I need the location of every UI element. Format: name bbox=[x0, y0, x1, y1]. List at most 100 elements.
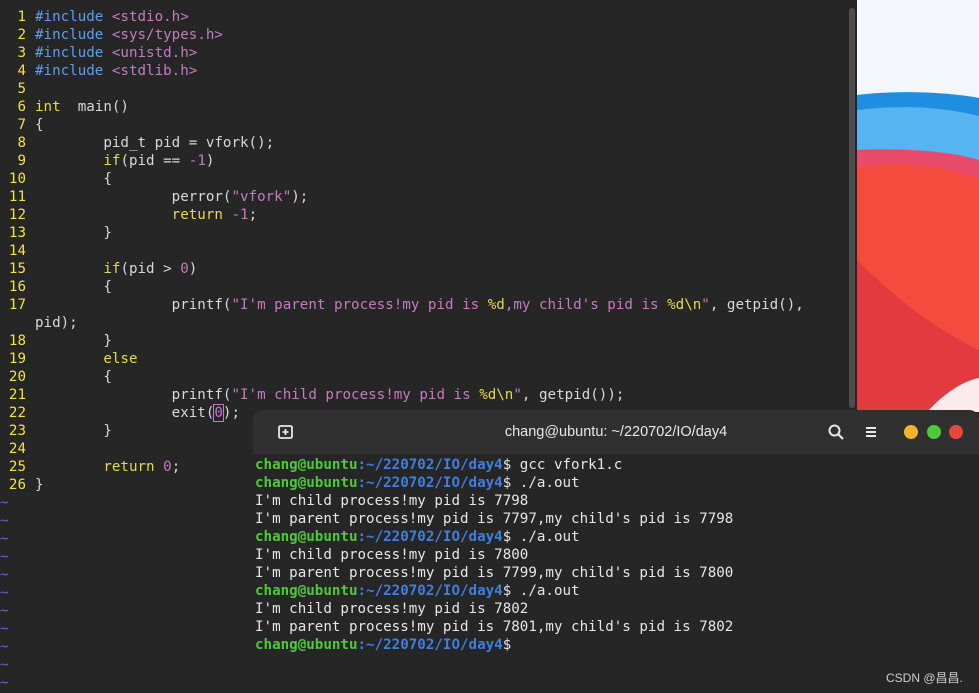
code-token: pid); bbox=[35, 315, 78, 331]
code-line: 18 } bbox=[0, 332, 112, 350]
code-line: 14 bbox=[0, 242, 35, 260]
code-token: ; bbox=[171, 459, 181, 475]
code-token: ,my child's pid is bbox=[504, 297, 668, 313]
code-token: <unistd.h> bbox=[111, 45, 198, 61]
code-line: 23 } bbox=[0, 422, 112, 440]
output-line: I'm child process!my pid is 7798 bbox=[255, 493, 529, 509]
code-token: } bbox=[35, 225, 112, 241]
code-line: 8 pid_t pid = vfork(); bbox=[0, 134, 274, 152]
code-token: "vfork" bbox=[231, 189, 292, 205]
command-text: ./a.out bbox=[511, 475, 580, 491]
search-icon[interactable] bbox=[827, 423, 845, 441]
prompt-path: :~/220702/IO/day4 bbox=[357, 583, 503, 599]
code-token: ) bbox=[188, 261, 198, 277]
code-token: perror( bbox=[35, 189, 232, 205]
close-button[interactable] bbox=[949, 425, 963, 439]
prompt-user: chang@ubuntu bbox=[255, 637, 358, 653]
empty-line-marker: ~ bbox=[0, 567, 9, 583]
code-token: { bbox=[35, 117, 44, 133]
code-token: "I'm child process!my pid is bbox=[231, 387, 480, 403]
terminal-titlebar[interactable]: chang@ubuntu: ~/220702/IO/day4 bbox=[253, 410, 979, 454]
empty-line-marker: ~ bbox=[0, 495, 9, 511]
code-token: } bbox=[35, 423, 112, 439]
line-number: 2 bbox=[17, 27, 26, 43]
code-token: 0 bbox=[163, 459, 172, 475]
code-token: <stdio.h> bbox=[111, 9, 189, 25]
terminal-window[interactable]: chang@ubuntu: ~/220702/IO/day4 chang@ubu… bbox=[253, 410, 979, 693]
text-cursor: 0 bbox=[213, 404, 224, 422]
line-number: 10 bbox=[8, 171, 26, 187]
prompt-symbol: $ bbox=[502, 457, 512, 473]
code-token: ); bbox=[222, 405, 241, 421]
code-token: if bbox=[103, 261, 121, 277]
code-line: 11 perror("vfork"); bbox=[0, 188, 308, 206]
prompt-user: chang@ubuntu bbox=[255, 529, 358, 545]
prompt-user: chang@ubuntu bbox=[255, 457, 358, 473]
maximize-button[interactable] bbox=[927, 425, 941, 439]
line-number: 18 bbox=[8, 333, 26, 349]
output-line: I'm parent process!my pid is 7797,my chi… bbox=[255, 511, 734, 527]
code-line: 4 #include <stdlib.h> bbox=[0, 62, 197, 80]
code-line: 13 } bbox=[0, 224, 112, 242]
line-number: 6 bbox=[17, 99, 26, 115]
prompt-symbol: $ bbox=[502, 583, 512, 599]
empty-line-marker: ~ bbox=[0, 531, 9, 547]
code-token: return bbox=[171, 207, 223, 223]
prompt-user: chang@ubuntu bbox=[255, 475, 358, 491]
line-number: 4 bbox=[17, 63, 26, 79]
command-text: gcc vfork1.c bbox=[511, 457, 623, 473]
code-token: " bbox=[701, 297, 710, 313]
code-token: , getpid()); bbox=[521, 387, 625, 403]
code-line: 1 #include <stdio.h> bbox=[0, 8, 189, 26]
terminal-output[interactable]: chang@ubuntu:~/220702/IO/day4$ gcc vfork… bbox=[253, 454, 979, 693]
code-token: #include bbox=[35, 27, 112, 43]
prompt-symbol: $ bbox=[502, 529, 512, 545]
code-line: 15 if(pid > 0) bbox=[0, 260, 197, 278]
prompt-path: :~/220702/IO/day4 bbox=[357, 529, 503, 545]
code-token: else bbox=[103, 351, 138, 367]
hamburger-menu-icon[interactable] bbox=[862, 423, 880, 441]
code-token: exit( bbox=[35, 405, 215, 421]
line-number: 21 bbox=[8, 387, 26, 403]
code-line: 9 if(pid == -1) bbox=[0, 152, 214, 170]
code-token: #include bbox=[35, 63, 112, 79]
prompt-line: chang@ubuntu:~/220702/IO/day4$ ./a.out bbox=[255, 474, 580, 492]
code-token: ); bbox=[291, 189, 309, 205]
empty-line-marker: ~ bbox=[0, 603, 9, 619]
code-token: if bbox=[103, 153, 121, 169]
code-token: #include bbox=[35, 45, 112, 61]
empty-line-marker: ~ bbox=[0, 585, 9, 601]
line-number: 13 bbox=[8, 225, 26, 241]
code-token: { bbox=[35, 369, 112, 385]
code-line: 2 #include <sys/types.h> bbox=[0, 26, 222, 44]
empty-line-marker: ~ bbox=[0, 657, 9, 673]
code-token: "I'm parent process!my pid is bbox=[231, 297, 488, 313]
empty-line-marker: ~ bbox=[0, 513, 9, 529]
code-token: <stdlib.h> bbox=[111, 63, 198, 79]
line-number: 9 bbox=[17, 153, 26, 169]
code-line: pid); bbox=[0, 314, 78, 332]
code-line: 19 else bbox=[0, 350, 138, 368]
line-number: 22 bbox=[8, 405, 26, 421]
code-token: } bbox=[35, 333, 112, 349]
code-token: int bbox=[35, 99, 61, 115]
code-token: printf( bbox=[35, 297, 232, 313]
editor-scrollbar[interactable] bbox=[849, 8, 855, 408]
prompt-line: chang@ubuntu:~/220702/IO/day4$ bbox=[255, 636, 511, 654]
output-line: I'm parent process!my pid is 7801,my chi… bbox=[255, 619, 734, 635]
code-line: 24 bbox=[0, 440, 35, 458]
code-line: 17 printf("I'm parent process!my pid is … bbox=[0, 296, 804, 314]
code-token: -1 bbox=[231, 207, 249, 223]
code-token: { bbox=[35, 279, 112, 295]
minimize-button[interactable] bbox=[904, 425, 918, 439]
watermark: CSDN @昌昌. bbox=[886, 671, 963, 685]
code-token: ; bbox=[248, 207, 258, 223]
code-token: { bbox=[35, 171, 112, 187]
prompt-user: chang@ubuntu bbox=[255, 583, 358, 599]
code-token: (pid == bbox=[120, 153, 189, 169]
line-number: 15 bbox=[8, 261, 26, 277]
code-line: 10 { bbox=[0, 170, 112, 188]
